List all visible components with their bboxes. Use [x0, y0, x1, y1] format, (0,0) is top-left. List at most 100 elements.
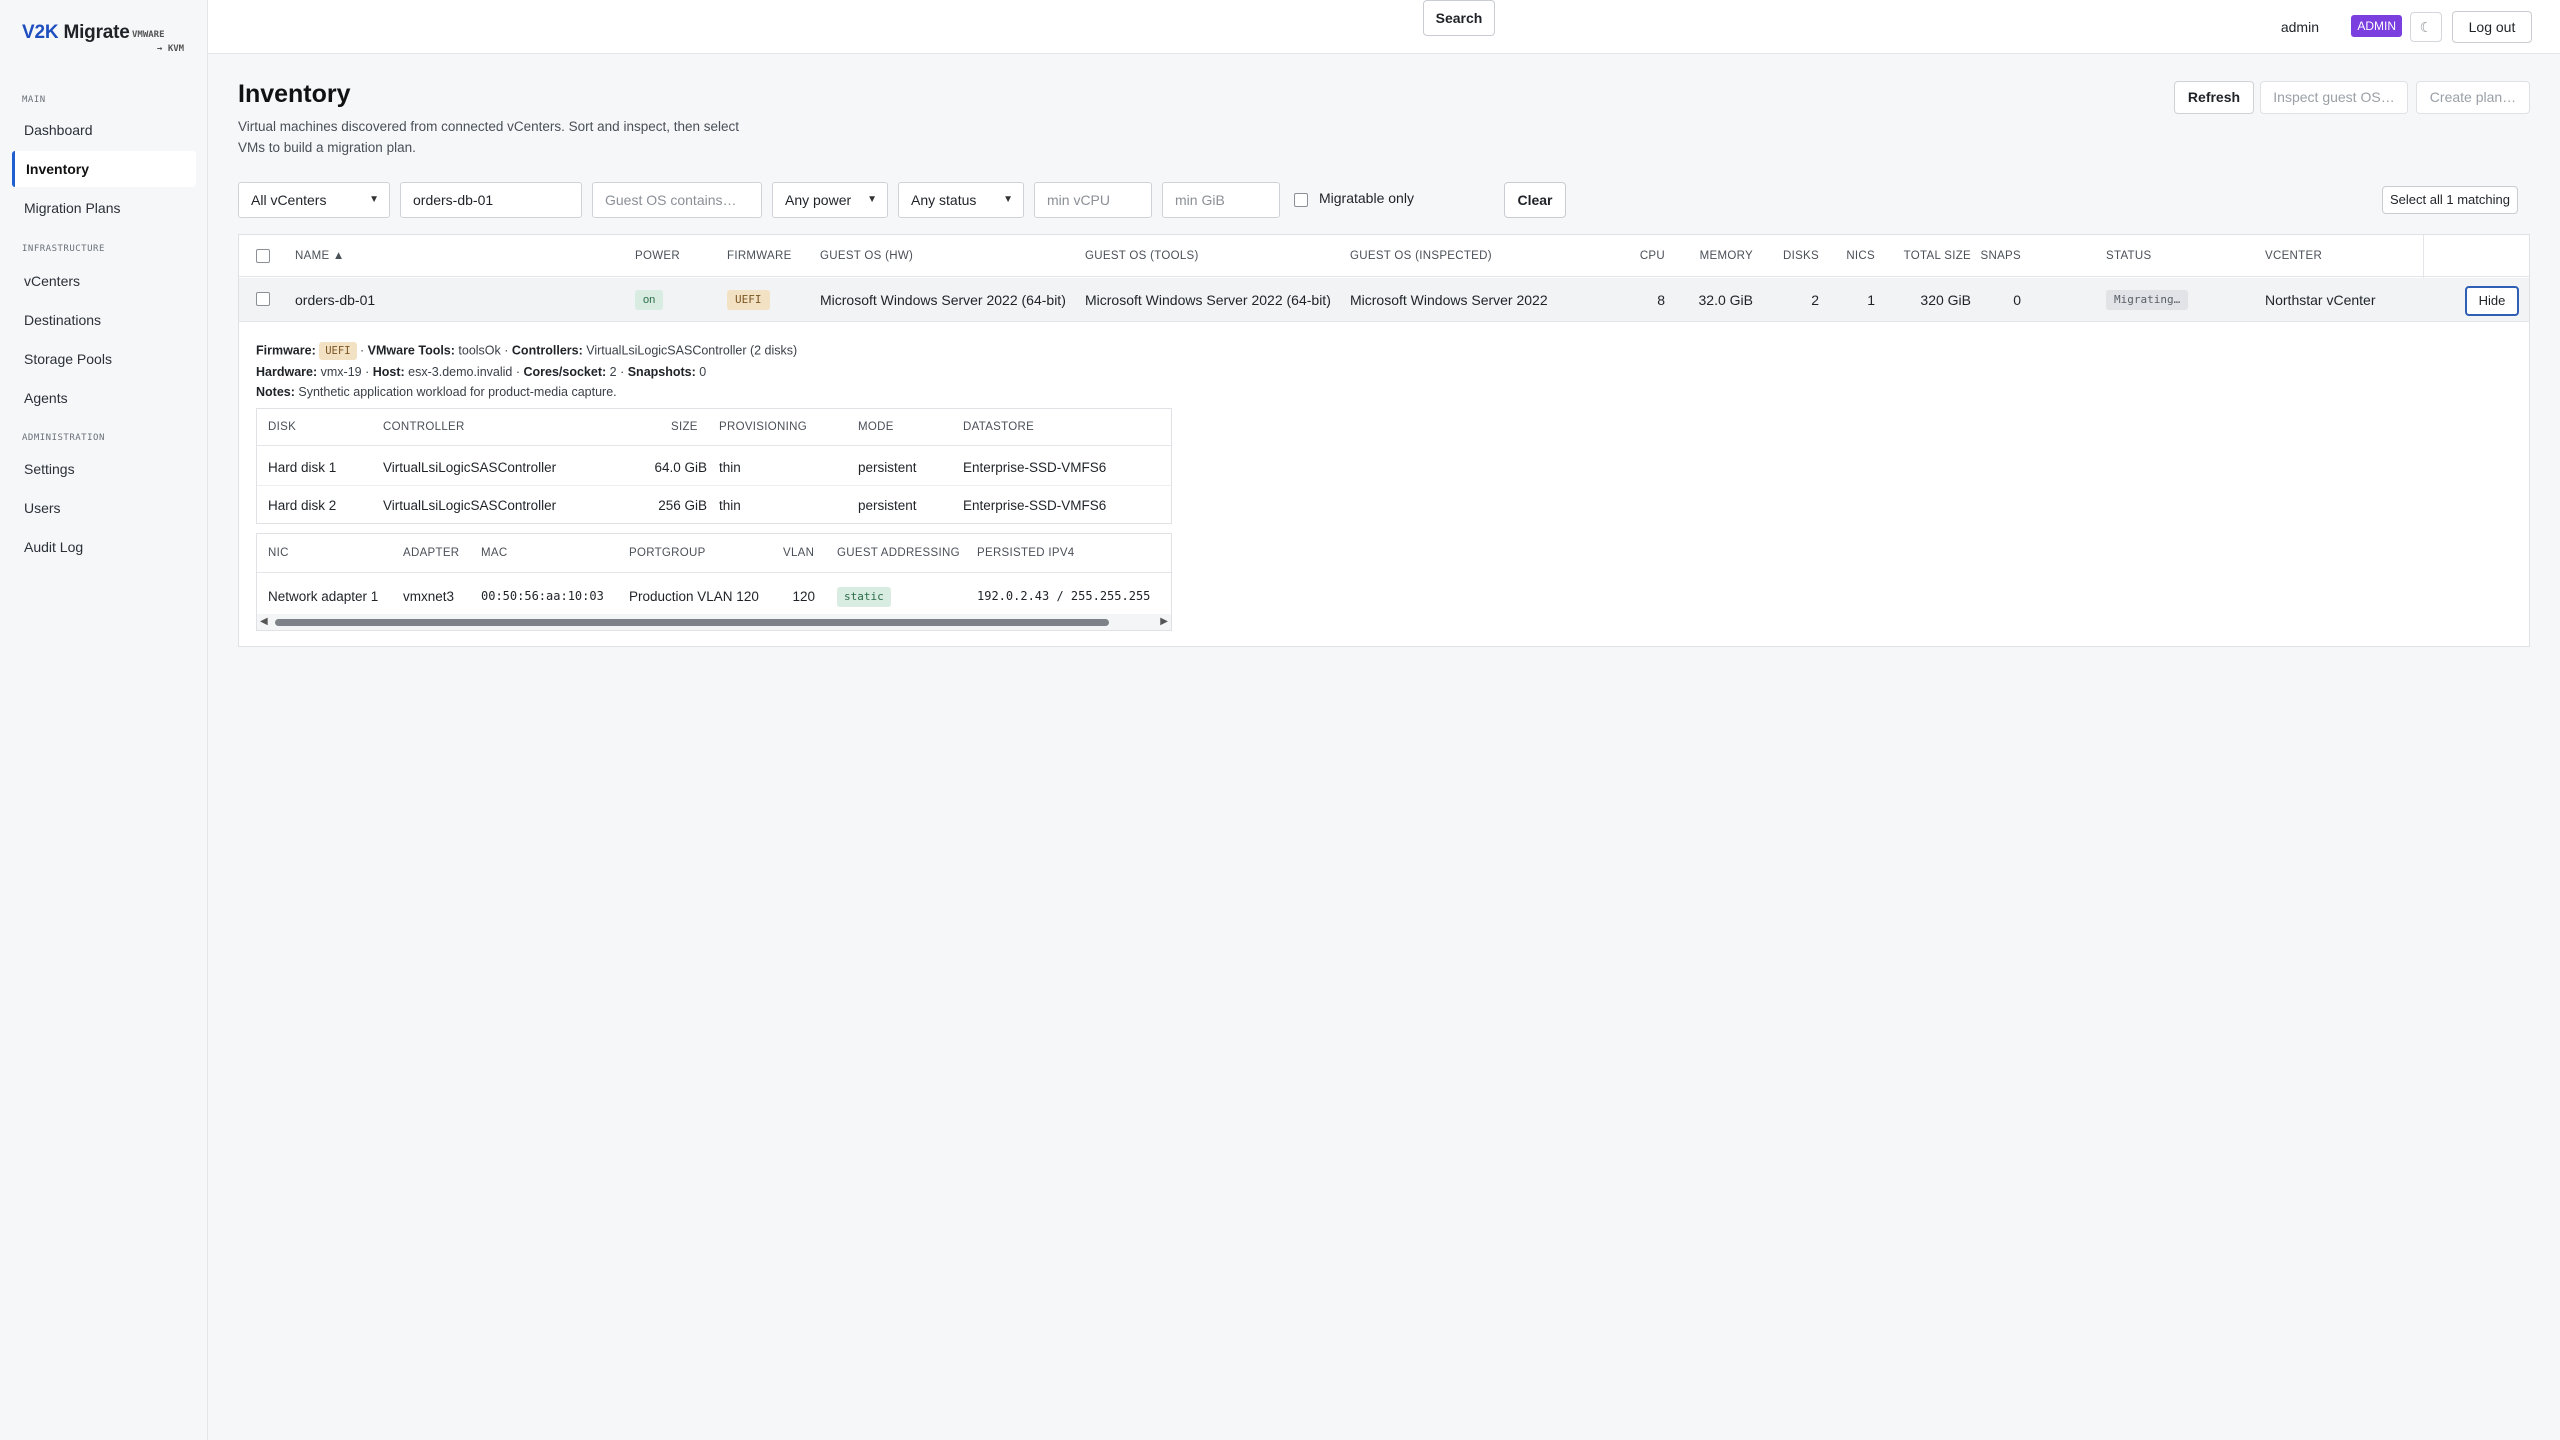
snaps-value: 0	[2013, 292, 2021, 308]
hide-details-button[interactable]: Hide	[2465, 286, 2519, 316]
select-all-checkbox[interactable]	[256, 249, 270, 263]
select-all-matching-button[interactable]: Select all 1 matching	[2382, 186, 2518, 214]
addressing-badge: static	[837, 587, 891, 607]
brand-sub-line1: VMWARE	[132, 30, 165, 40]
col-name[interactable]: NAME ▲	[295, 250, 345, 262]
col-mac: MAC	[481, 547, 508, 559]
moon-icon: ☾	[2419, 19, 2433, 35]
col-status[interactable]: STATUS	[2106, 250, 2151, 262]
brand-name-suffix: Migrate	[58, 22, 130, 43]
sidebar-item-agents[interactable]: Agents	[12, 380, 196, 416]
snapshots-value: 0	[699, 365, 707, 379]
current-user: admin	[2280, 19, 2319, 35]
col-vcenter[interactable]: VCENTER	[2265, 250, 2322, 262]
guest-os-inspected: Microsoft Windows Server 2022	[1350, 292, 1548, 308]
min-gib-input[interactable]: min GiB	[1162, 182, 1280, 218]
sidebar-item-users[interactable]: Users	[12, 490, 196, 526]
disk-mode: persistent	[858, 498, 917, 513]
col-vlan: VLAN	[783, 547, 815, 559]
logout-button[interactable]: Log out	[2452, 11, 2532, 43]
disks-table: DISK CONTROLLER SIZE PROVISIONING MODE D…	[256, 408, 1172, 524]
col-persisted-ipv4: PERSISTED IPV4	[977, 547, 1075, 559]
power-badge: on	[635, 290, 664, 310]
disk-datastore: Enterprise-SSD-VMFS6	[963, 460, 1107, 475]
brand-name-prefix: V2K	[22, 22, 59, 43]
min-vcpu-input[interactable]: min vCPU	[1034, 182, 1152, 218]
sidebar-item-inventory[interactable]: Inventory	[12, 151, 196, 187]
migratable-only-checkbox[interactable]	[1294, 193, 1308, 207]
separator: ·	[356, 343, 368, 358]
scrollbar-thumb[interactable]	[275, 619, 1109, 626]
cores-value: 2	[609, 365, 617, 379]
separator: ·	[361, 365, 373, 379]
col-disks[interactable]: DISKS	[1759, 250, 1819, 262]
col-controller: CONTROLLER	[383, 421, 465, 433]
create-plan-button[interactable]: Create plan…	[2416, 81, 2530, 114]
detail-summary-line2: Hardware: vmx-19 · Host: esx-3.demo.inva…	[256, 365, 706, 379]
nics-value: 1	[1867, 292, 1875, 308]
col-power[interactable]: POWER	[635, 250, 680, 262]
power-select[interactable]: Any power ▼	[772, 182, 888, 218]
nic-vlan: 120	[792, 589, 815, 604]
brand-logo[interactable]: V2K Migrate VMWARE → KVM	[22, 22, 184, 62]
cpu-value: 8	[1657, 292, 1665, 308]
sidebar-item-storage-pools[interactable]: Storage Pools	[12, 341, 196, 377]
guest-os-filter-input[interactable]: Guest OS contains…	[592, 182, 762, 218]
col-guest-os-tools[interactable]: GUEST OS (TOOLS)	[1085, 250, 1199, 262]
nics-table: NIC ADAPTER MAC PORTGROUP VLAN GUEST ADD…	[256, 533, 1172, 631]
sidebar-item-settings[interactable]: Settings	[12, 451, 196, 487]
sidebar-item-vcenters[interactable]: vCenters	[12, 263, 196, 299]
col-guest-os-inspected[interactable]: GUEST OS (INSPECTED)	[1350, 250, 1492, 262]
col-size: SIZE	[671, 421, 698, 433]
col-snaps[interactable]: SNAPS	[1975, 250, 2021, 262]
separator: ·	[500, 343, 512, 358]
hardware-label: Hardware:	[256, 365, 318, 379]
disk-size: 256 GiB	[658, 498, 707, 513]
col-nics[interactable]: NICS	[1823, 250, 1875, 262]
sidebar-item-audit-log[interactable]: Audit Log	[12, 529, 196, 565]
row-checkbox[interactable]	[256, 292, 270, 306]
col-mode: MODE	[858, 421, 894, 433]
nic-adapter: vmxnet3	[403, 589, 455, 604]
search-button[interactable]: Search	[1423, 0, 1495, 36]
separator: ·	[616, 365, 628, 379]
scroll-left-icon[interactable]: ◀	[260, 616, 268, 627]
sidebar-item-migration-plans[interactable]: Migration Plans	[12, 190, 196, 226]
brand-sub-line2: → KVM	[157, 44, 185, 54]
scroll-right-icon[interactable]: ▶	[1160, 616, 1168, 627]
total-size-value: 320 GiB	[1920, 292, 1971, 308]
snapshots-label: Snapshots:	[627, 365, 696, 379]
vcenter-value: Northstar vCenter	[2265, 292, 2376, 308]
clear-button[interactable]: Clear	[1504, 182, 1566, 218]
disk-provisioning: thin	[719, 460, 741, 475]
firmware-label: Firmware:	[256, 343, 316, 358]
col-firmware[interactable]: FIRMWARE	[727, 250, 792, 262]
col-disk: DISK	[268, 421, 297, 433]
vcenter-select[interactable]: All vCenters ▼	[238, 182, 390, 218]
sidebar-item-destinations[interactable]: Destinations	[12, 302, 196, 338]
horizontal-scrollbar[interactable]: ◀ ▶	[257, 614, 1171, 630]
col-total-size[interactable]: TOTAL SIZE	[1879, 250, 1971, 262]
disk-mode: persistent	[858, 460, 917, 475]
table-row[interactable]: orders-db-01 on UEFI Microsoft Windows S…	[239, 278, 2529, 322]
guest-os-hw: Microsoft Windows Server 2022 (64-bit)	[820, 292, 1066, 308]
col-nic: NIC	[268, 547, 289, 559]
hardware-value: vmx-19	[320, 365, 362, 379]
nic-name: Network adapter 1	[268, 589, 379, 604]
host-label: Host:	[372, 365, 405, 379]
col-memory[interactable]: MEMORY	[1669, 250, 1753, 262]
divider	[257, 485, 1171, 486]
inventory-table: NAME ▲ POWER FIRMWARE GUEST OS (HW) GUES…	[238, 234, 2530, 647]
status-select[interactable]: Any status ▼	[898, 182, 1024, 218]
refresh-button[interactable]: Refresh	[2174, 81, 2254, 114]
status-badge: Migrating…	[2106, 290, 2189, 310]
col-cpu[interactable]: CPU	[1619, 250, 1665, 262]
name-filter-input[interactable]: orders-db-01	[400, 182, 582, 218]
sidebar-item-dashboard[interactable]: Dashboard	[12, 112, 196, 148]
inspect-guest-os-button[interactable]: Inspect guest OS…	[2260, 81, 2408, 114]
vmware-tools-value: toolsOk	[458, 343, 501, 358]
col-guest-os-hw[interactable]: GUEST OS (HW)	[820, 250, 913, 262]
disk-name: Hard disk 1	[268, 460, 337, 475]
theme-toggle-button[interactable]: ☾	[2410, 12, 2442, 42]
nic-portgroup: Production VLAN 120	[629, 589, 759, 604]
